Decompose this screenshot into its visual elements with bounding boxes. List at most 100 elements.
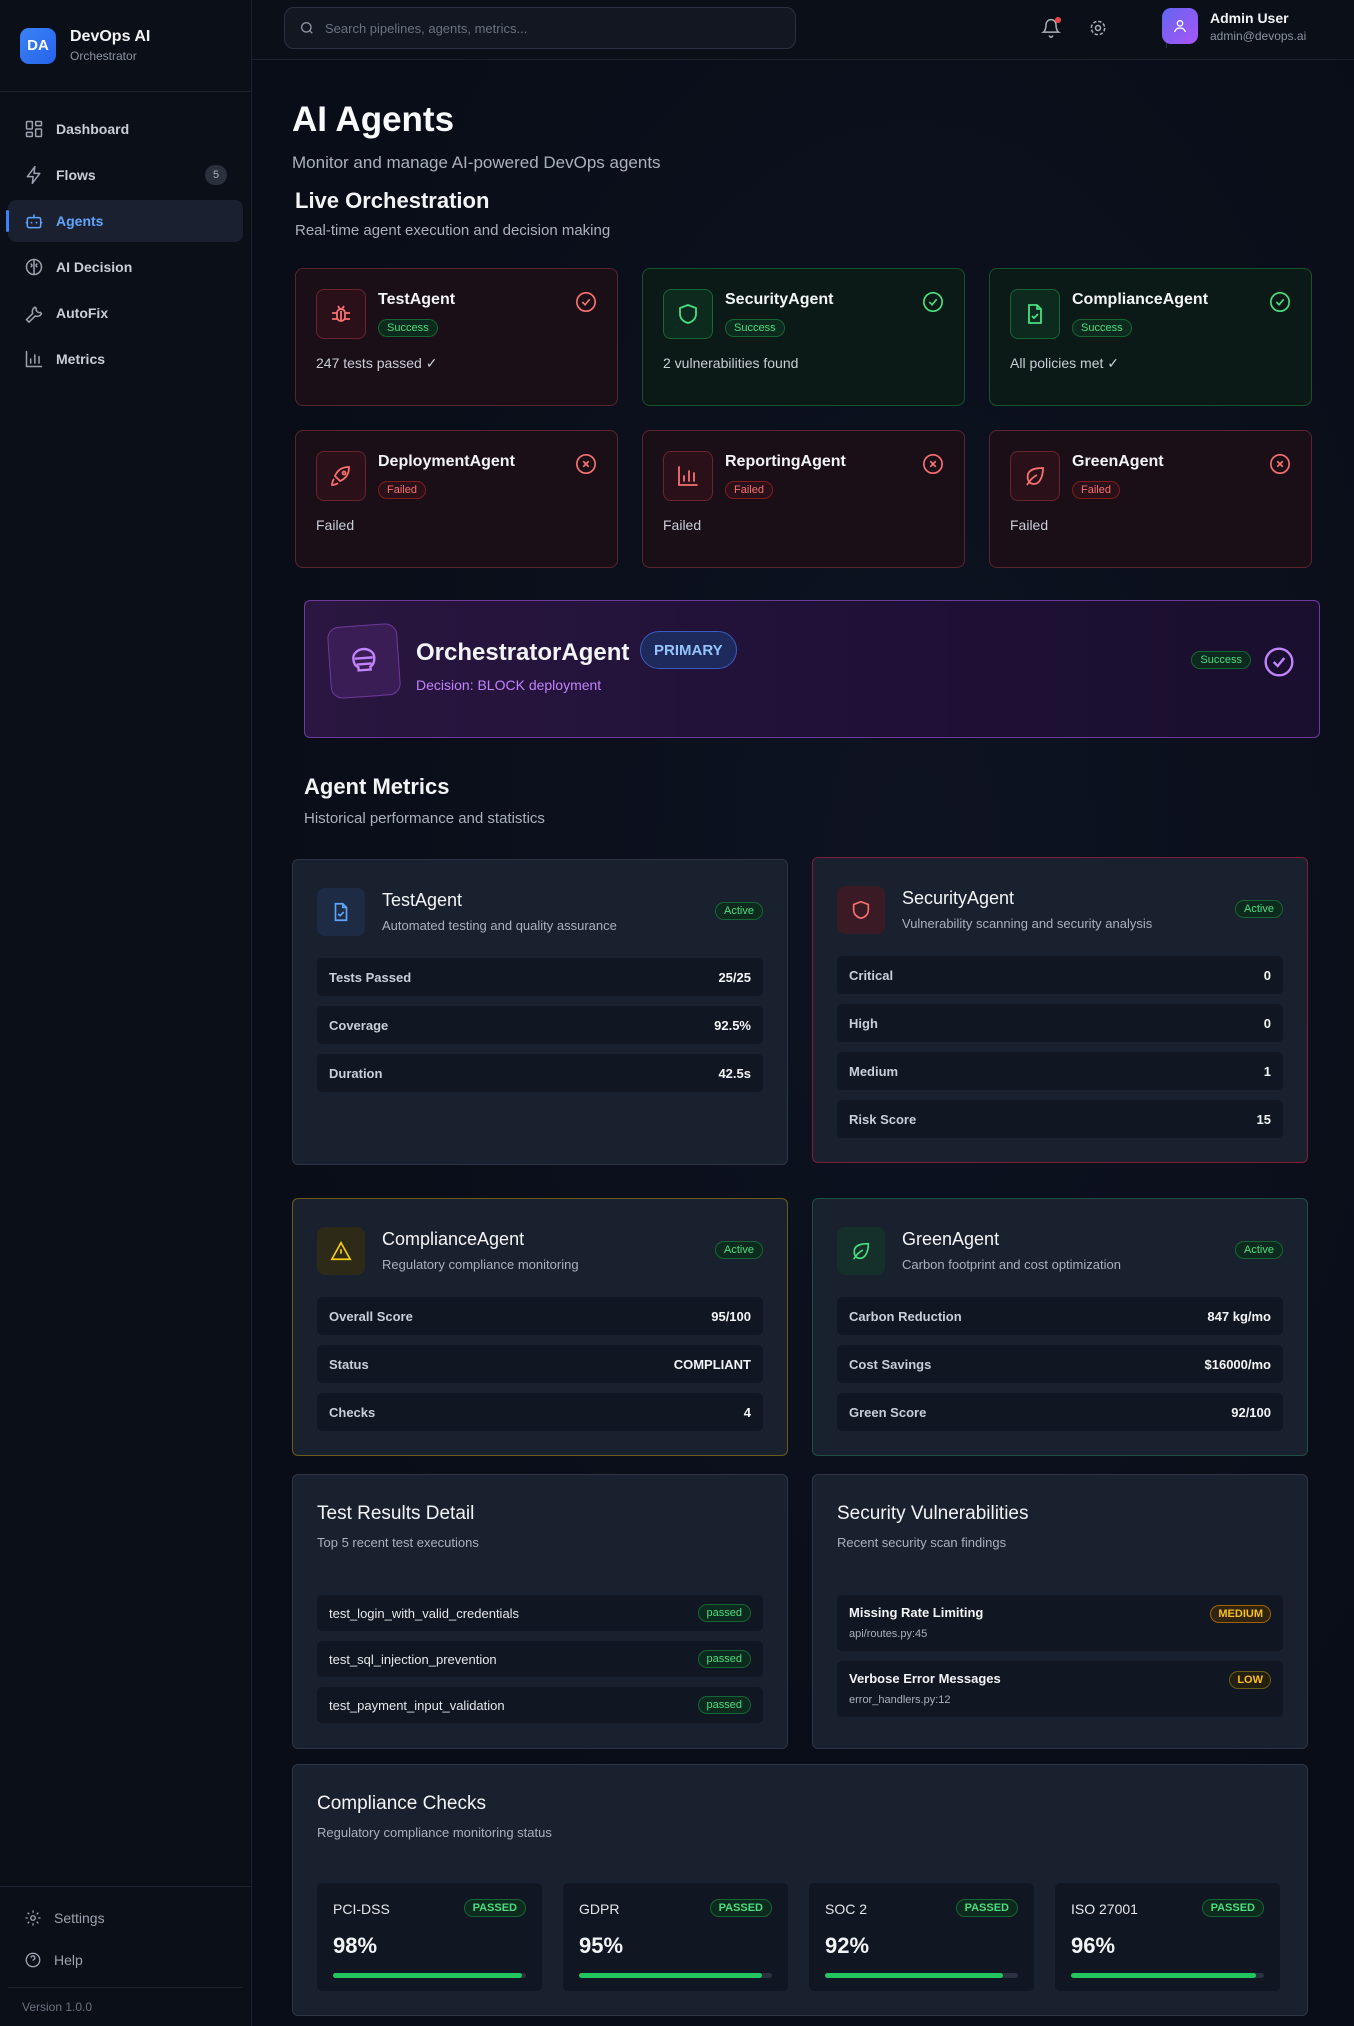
compliance-subtitle: Regulatory compliance monitoring status	[317, 1825, 552, 1840]
metric-label: Duration	[329, 1065, 383, 1081]
leaf-icon	[852, 1242, 870, 1260]
metric-label: High	[849, 1015, 878, 1031]
notifications-button[interactable]	[1038, 15, 1064, 41]
status-badge: Success	[725, 319, 785, 337]
live-agent-card-test[interactable]: TestAgent Success 247 tests passed ✓	[295, 268, 618, 406]
compliance-name: GDPR	[579, 1901, 620, 1917]
live-orchestration-subtitle: Real-time agent execution and decision m…	[295, 222, 611, 239]
metric-row: Cost Savings $16000/mo	[837, 1345, 1283, 1383]
metric-value: COMPLIANT	[673, 1356, 751, 1372]
check-circle-icon	[1270, 292, 1290, 312]
metric-label: Checks	[329, 1404, 376, 1420]
metric-agent-name: TestAgent	[382, 890, 463, 910]
metric-card-security: SecurityAgent Vulnerability scanning and…	[812, 857, 1308, 1163]
compliance-item-iso27001[interactable]: ISO 27001 PASSED 96%	[1055, 1883, 1280, 1991]
sidebar-item-autofix[interactable]: AutoFix	[8, 292, 243, 334]
progress-bar	[825, 1973, 1018, 1978]
settings-link[interactable]: Settings	[8, 1897, 243, 1939]
shield-icon	[679, 304, 697, 324]
list-item[interactable]: test_login_with_valid_credentials passed	[317, 1595, 763, 1631]
help-label: Help	[54, 1952, 83, 1968]
live-agent-card-security[interactable]: SecurityAgent Success 2 vulnerabilities …	[642, 268, 965, 406]
user-icon	[1174, 20, 1186, 33]
test-name: test_login_with_valid_credentials	[329, 1605, 520, 1621]
sidebar-item-agents[interactable]: Agents	[6, 200, 243, 242]
page-title: AI Agents	[292, 100, 455, 139]
live-agent-card-reporting[interactable]: ReportingAgent Failed Failed	[642, 430, 965, 568]
status-badge: Failed	[1072, 481, 1120, 499]
help-link[interactable]: Help	[8, 1939, 243, 1981]
wrench-icon	[25, 306, 43, 323]
vulnerability-file: api/routes.py:45	[849, 1628, 928, 1640]
list-item[interactable]: test_sql_injection_prevention passed	[317, 1641, 763, 1677]
settings-button[interactable]	[1085, 15, 1111, 41]
progress-bar	[1071, 1973, 1264, 1978]
metric-value: 4	[743, 1404, 751, 1420]
file-check-icon	[1028, 304, 1042, 324]
sidebar-item-ai-decision[interactable]: AI Decision	[8, 246, 243, 288]
metric-value: 25/25	[718, 969, 751, 985]
sidebar-item-metrics[interactable]: Metrics	[8, 338, 243, 380]
agent-result: 247 tests passed ✓	[316, 355, 438, 371]
brain-icon	[25, 258, 43, 276]
compliance-item-gdpr[interactable]: GDPR PASSED 95%	[563, 1883, 788, 1991]
metric-label: Tests Passed	[329, 969, 412, 985]
x-circle-icon	[576, 454, 596, 474]
user-menu[interactable]: Admin User admin@devops.ai	[1162, 8, 1306, 44]
metric-row: Carbon Reduction 847 kg/mo	[837, 1297, 1283, 1335]
metric-value: $16000/mo	[1204, 1356, 1272, 1372]
vulnerability-file: error_handlers.py:12	[849, 1694, 951, 1706]
compliance-name: PCI-DSS	[333, 1901, 390, 1917]
compliance-item-pci-dss[interactable]: PCI-DSS PASSED 98%	[317, 1883, 542, 1991]
metric-value: 1	[1263, 1063, 1271, 1079]
agent-icon-box	[316, 289, 366, 339]
sidebar-nav: Dashboard Flows 5 Agents AI Decision Aut…	[0, 92, 251, 400]
dashboard-icon	[25, 120, 43, 138]
metric-row: Overall Score 95/100	[317, 1297, 763, 1335]
compliance-item-soc2[interactable]: SOC 2 PASSED 92%	[809, 1883, 1034, 1991]
status-badge: Active	[715, 902, 763, 920]
brain-icon	[352, 647, 376, 672]
list-item[interactable]: Missing Rate Limiting api/routes.py:45 M…	[837, 1595, 1283, 1651]
metric-row: Status COMPLIANT	[317, 1345, 763, 1383]
live-orchestration-title: Live Orchestration	[295, 188, 490, 213]
gear-icon	[25, 1910, 41, 1926]
status-badge: PASSED	[1201, 1899, 1264, 1917]
compliance-score: 96%	[1071, 1933, 1116, 1958]
agent-result: Failed	[663, 517, 702, 533]
check-circle-icon	[1264, 647, 1294, 677]
metric-icon-box	[317, 1227, 365, 1275]
orchestrator-card[interactable]: OrchestratorAgent PRIMARY Decision: BLOC…	[304, 600, 1320, 738]
help-icon	[25, 1952, 41, 1968]
list-item[interactable]: Verbose Error Messages error_handlers.py…	[837, 1661, 1283, 1717]
version-label: Version 1.0.0	[8, 1987, 243, 2026]
live-agent-card-deployment[interactable]: DeploymentAgent Failed Failed	[295, 430, 618, 568]
sidebar-item-label: Metrics	[56, 351, 106, 367]
security-vulnerabilities-card: Security Vulnerabilities Recent security…	[812, 1474, 1308, 1749]
status-badge: PASSED	[463, 1899, 526, 1917]
live-agent-card-green[interactable]: GreenAgent Failed Failed	[989, 430, 1312, 568]
metric-agent-name: GreenAgent	[902, 1229, 1000, 1249]
list-item[interactable]: test_payment_input_validation passed	[317, 1687, 763, 1723]
metric-label: Green Score	[849, 1404, 927, 1420]
agent-name: SecurityAgent	[725, 291, 834, 308]
compliance-name: SOC 2	[825, 1901, 868, 1917]
shield-icon	[852, 900, 870, 920]
agent-result: Failed	[316, 517, 355, 533]
flows-count-badge: 5	[205, 165, 227, 185]
search-box[interactable]	[284, 7, 796, 49]
metric-agent-desc: Vulnerability scanning and security anal…	[902, 916, 1153, 931]
sidebar-item-flows[interactable]: Flows 5	[8, 154, 243, 196]
bot-icon	[25, 214, 43, 229]
brand[interactable]: DA DevOps AI Orchestrator	[0, 0, 251, 92]
severity-badge: LOW	[1229, 1671, 1271, 1689]
sidebar-item-dashboard[interactable]: Dashboard	[8, 108, 243, 150]
sidebar-item-label: AI Decision	[56, 259, 133, 275]
metric-card-test: TestAgent Automated testing and quality …	[292, 859, 788, 1165]
agent-icon-box	[663, 289, 713, 339]
status-badge: Active	[1235, 900, 1283, 918]
status-badge: passed	[697, 1604, 751, 1622]
search-input[interactable]	[325, 20, 781, 36]
live-agent-card-compliance[interactable]: ComplianceAgent Success All policies met…	[989, 268, 1312, 406]
warning-icon	[330, 1241, 352, 1261]
